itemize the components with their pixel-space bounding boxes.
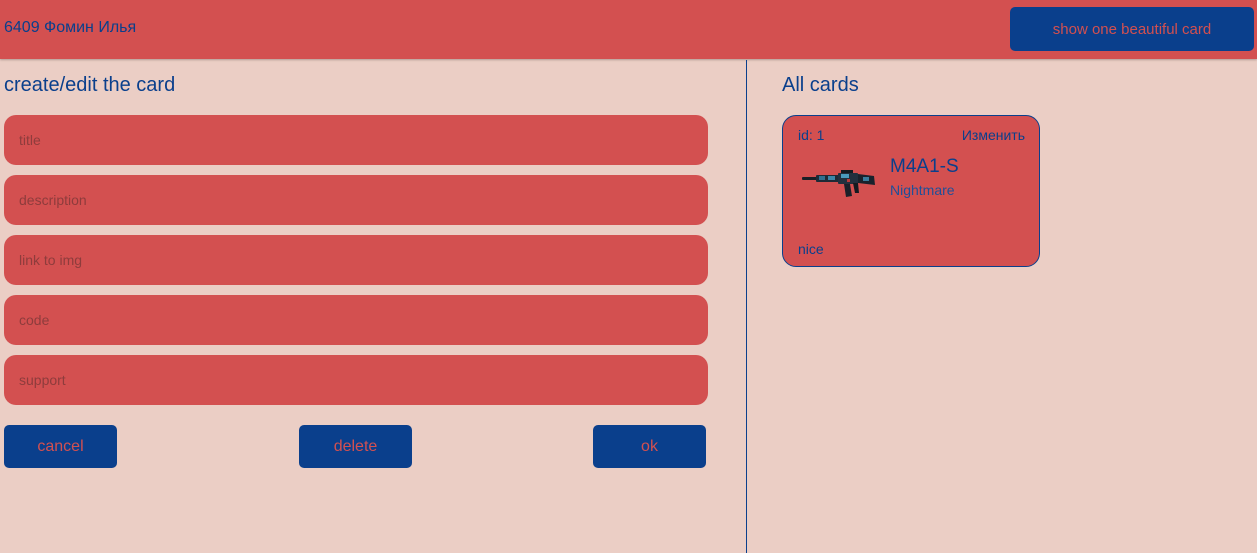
card-description: Nightmare: [890, 182, 955, 198]
card-name: M4A1-S: [890, 156, 959, 177]
cards-panel: All cards id: 1 Изменить M4A1-S Nightmar…: [747, 60, 1257, 553]
image-link-input[interactable]: [4, 235, 708, 285]
delete-button[interactable]: delete: [299, 425, 412, 468]
cards-title: All cards: [782, 74, 859, 96]
description-input[interactable]: [4, 175, 708, 225]
show-card-button[interactable]: show one beautiful card: [1010, 7, 1254, 51]
support-input[interactable]: [4, 355, 708, 405]
ok-button[interactable]: ok: [593, 425, 706, 468]
top-bar: 6409 Фомин Илья show one beautiful card: [0, 0, 1257, 59]
rifle-image: [802, 170, 875, 197]
form-title: create/edit the card: [4, 74, 176, 96]
card-id: id: 1: [798, 127, 825, 143]
title-input[interactable]: [4, 115, 708, 165]
code-input[interactable]: [4, 295, 708, 345]
card-edit-link[interactable]: Изменить: [962, 127, 1025, 143]
card-item: id: 1 Изменить M4A1-S Nightmare nice: [782, 115, 1040, 267]
app-title: 6409 Фомин Илья: [4, 19, 137, 36]
edit-form-panel: create/edit the card cancel delete ok: [0, 60, 746, 553]
card-comment: nice: [798, 241, 824, 257]
cancel-button[interactable]: cancel: [4, 425, 117, 468]
